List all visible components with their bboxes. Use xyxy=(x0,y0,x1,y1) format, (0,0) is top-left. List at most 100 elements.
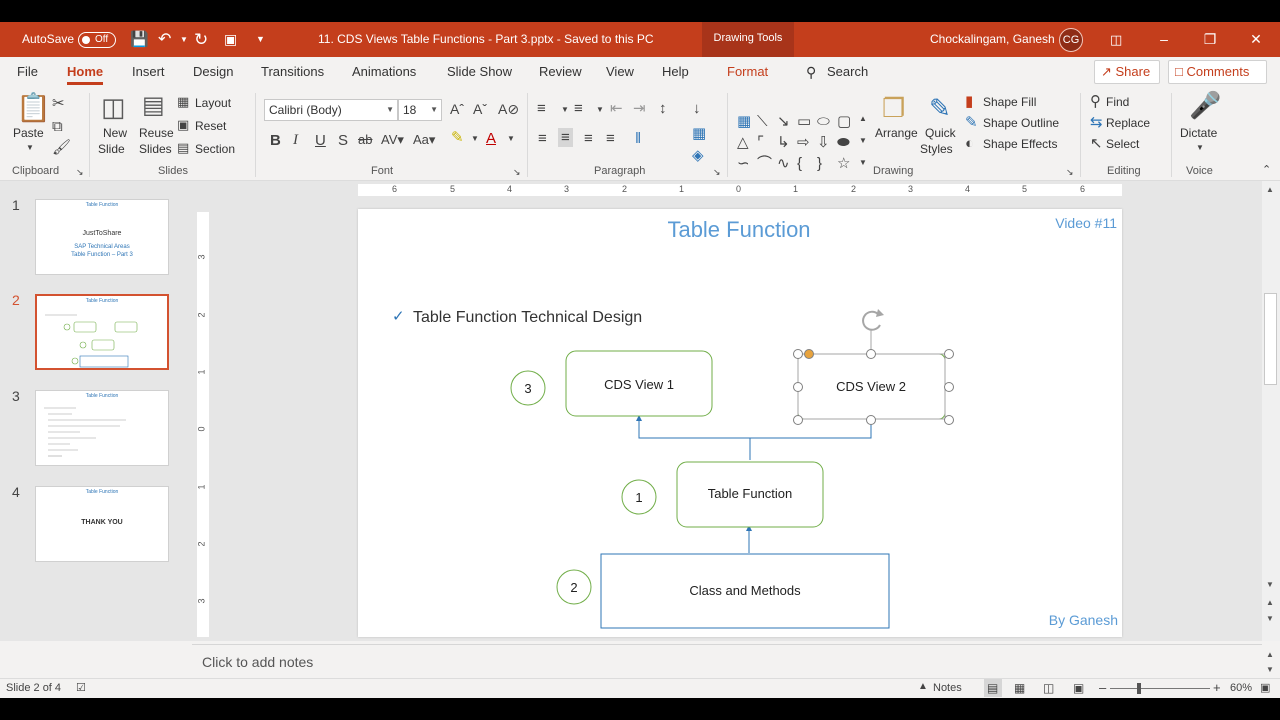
next-slide-icon[interactable]: ▼ xyxy=(1266,614,1274,623)
shape-effects-button[interactable]: Shape Effects xyxy=(983,137,1058,151)
new-slide-label-2[interactable]: Slide xyxy=(98,142,125,156)
slide-thumbnail-1[interactable]: Table Function JustToShare SAP Technical… xyxy=(35,199,169,275)
copy-icon[interactable]: ⧉ xyxy=(52,119,63,134)
rounded-rect-shape-icon[interactable]: ▢ xyxy=(837,114,851,129)
tab-slide-show[interactable]: Slide Show xyxy=(447,57,512,87)
gallery-down-icon[interactable]: ▼ xyxy=(859,137,867,145)
paste-icon[interactable]: 📋 xyxy=(16,94,51,122)
tab-format[interactable]: Format xyxy=(727,57,768,87)
align-left-icon[interactable]: ≡ xyxy=(538,131,547,146)
new-slide-icon[interactable]: ◫ xyxy=(101,94,126,120)
cut-icon[interactable]: ✂ xyxy=(52,96,65,111)
select-button[interactable]: Select xyxy=(1106,137,1139,151)
arrange-button[interactable]: Arrange xyxy=(875,126,918,140)
slide-canvas[interactable]: Table Function Video #11 ✓ Table Functio… xyxy=(358,209,1122,637)
italic-icon[interactable]: I xyxy=(293,133,298,148)
chevron-down-icon[interactable]: ▼ xyxy=(596,106,604,114)
quick-styles-label-2[interactable]: Styles xyxy=(920,142,953,156)
shape-fill-button[interactable]: Shape Fill xyxy=(983,95,1036,109)
resize-handle[interactable] xyxy=(793,415,803,425)
resize-handle[interactable] xyxy=(944,382,954,392)
numbering-icon[interactable]: ≡ xyxy=(574,101,583,116)
shadow-icon[interactable]: S xyxy=(338,133,348,148)
video-number[interactable]: Video #11 xyxy=(1055,215,1117,231)
arrow-line-shape-icon[interactable]: ↘ xyxy=(777,114,790,129)
bold-icon[interactable]: B xyxy=(270,133,281,148)
oval-shape-icon[interactable]: ⬭ xyxy=(817,114,830,129)
slide-thumbnail-3[interactable]: Table Function xyxy=(35,390,169,466)
slide-thumbnail-2[interactable]: Table Function xyxy=(35,294,169,370)
elbow-connector-shape-icon[interactable]: ↳ xyxy=(777,135,790,150)
align-right-icon[interactable]: ≡ xyxy=(584,131,593,146)
reuse-slides-label-2[interactable]: Slides xyxy=(139,142,172,156)
quick-styles-icon[interactable]: ✎ xyxy=(929,95,951,121)
triangle-shape-icon[interactable]: △ xyxy=(737,135,749,150)
select-icon[interactable]: ↖ xyxy=(1090,136,1103,151)
connector-shape-icon[interactable]: ⌜ xyxy=(757,135,764,150)
search-icon[interactable]: ⚲ xyxy=(806,57,816,87)
reuse-slides-icon[interactable]: ▤ xyxy=(142,94,165,118)
slideshow-icon[interactable]: ▣ xyxy=(1073,681,1084,695)
tab-design[interactable]: Design xyxy=(193,57,233,87)
drawing-launcher-icon[interactable]: ↘ xyxy=(1066,168,1074,177)
format-painter-icon[interactable]: 🖌 xyxy=(52,140,71,155)
author-credit[interactable]: By Ganesh xyxy=(1049,612,1118,628)
tab-view[interactable]: View xyxy=(606,57,634,87)
freeform-shape-icon[interactable]: ∽ xyxy=(737,156,750,171)
align-text-icon[interactable]: ▦ xyxy=(692,126,706,141)
normal-view-icon[interactable]: ▤ xyxy=(987,681,998,695)
undo-dropdown-icon[interactable]: ▼ xyxy=(180,22,188,57)
chevron-down-icon[interactable]: ▼ xyxy=(561,106,569,114)
notes-toggle[interactable]: Notes xyxy=(933,682,962,694)
resize-handle[interactable] xyxy=(866,349,876,359)
section-icon[interactable]: ▤ xyxy=(177,141,189,154)
change-case-icon[interactable]: Aa▾ xyxy=(413,133,435,146)
clipboard-launcher-icon[interactable]: ↘ xyxy=(76,168,84,177)
close-icon[interactable]: ✕ xyxy=(1233,22,1279,57)
share-button[interactable]: ↗ Share xyxy=(1094,60,1160,84)
zoom-slider[interactable] xyxy=(1110,688,1210,689)
section-button[interactable]: Section xyxy=(195,142,235,156)
chevron-down-icon[interactable]: ▼ xyxy=(507,135,515,143)
chevron-down-icon[interactable]: ▼ xyxy=(1196,144,1204,152)
scrollbar-thumb[interactable] xyxy=(1264,293,1277,385)
slide-title[interactable]: Table Function xyxy=(667,217,810,242)
brace-right-shape-icon[interactable]: } xyxy=(817,156,822,171)
gallery-up-icon[interactable]: ▲ xyxy=(859,115,867,123)
reset-icon[interactable]: ▣ xyxy=(177,118,189,131)
arrange-icon[interactable]: ❐ xyxy=(882,95,905,121)
font-launcher-icon[interactable]: ↘ xyxy=(513,168,521,177)
zoom-level[interactable]: 60% xyxy=(1230,682,1252,694)
char-spacing-icon[interactable]: AV▾ xyxy=(381,133,404,146)
vertical-scrollbar[interactable]: ▲ ▼ ▲ ▼ xyxy=(1262,181,1280,641)
zoom-in-icon[interactable]: + xyxy=(1213,680,1221,695)
decrease-font-icon[interactable]: Aˇ xyxy=(473,102,487,116)
text-direction-icon[interactable]: ↓ xyxy=(693,101,701,116)
resize-handle[interactable] xyxy=(793,382,803,392)
find-button[interactable]: Find xyxy=(1106,95,1129,109)
star-shape-icon[interactable]: ☆ xyxy=(837,156,850,171)
connector-line[interactable] xyxy=(750,419,872,439)
line-spacing-icon[interactable]: ↕ xyxy=(659,101,667,116)
reading-view-icon[interactable]: ◫ xyxy=(1043,681,1054,695)
font-size-select[interactable]: 18 ▼ xyxy=(398,99,442,121)
previous-slide-icon[interactable]: ▲ xyxy=(1266,598,1274,607)
line-shape-icon[interactable]: ⟍ xyxy=(757,114,768,129)
increase-font-icon[interactable]: Aˆ xyxy=(450,102,464,116)
bullet-text[interactable]: Table Function Technical Design xyxy=(413,309,642,326)
slide-thumbnail-4[interactable]: Table Function THANK YOU xyxy=(35,486,169,562)
highlight-icon[interactable]: ✎ xyxy=(451,130,464,145)
textbox-shape-icon[interactable]: ▦ xyxy=(737,114,751,129)
save-icon[interactable]: 💾 xyxy=(130,22,149,57)
reset-button[interactable]: Reset xyxy=(195,119,226,133)
decrease-indent-icon[interactable]: ⇤ xyxy=(610,101,623,116)
search-box[interactable]: Search xyxy=(827,57,868,87)
undo-icon[interactable]: ↶ xyxy=(158,22,171,57)
restore-icon[interactable]: ❐ xyxy=(1187,22,1233,57)
shapes-gallery[interactable]: ▦ ⟍ ↘ ▭ ⬭ ▢ △ ⌜ ↳ ⇨ ⇩ ⬬ ∽ ⌒ ∿ { } ☆ xyxy=(735,114,859,176)
present-icon[interactable]: ▣ xyxy=(224,22,237,57)
notes-toggle-icon[interactable]: ▲ xyxy=(918,681,928,692)
columns-icon[interactable]: ‖ xyxy=(635,131,641,146)
zoom-slider-thumb[interactable] xyxy=(1137,683,1141,694)
paragraph-launcher-icon[interactable]: ↘ xyxy=(713,168,721,177)
